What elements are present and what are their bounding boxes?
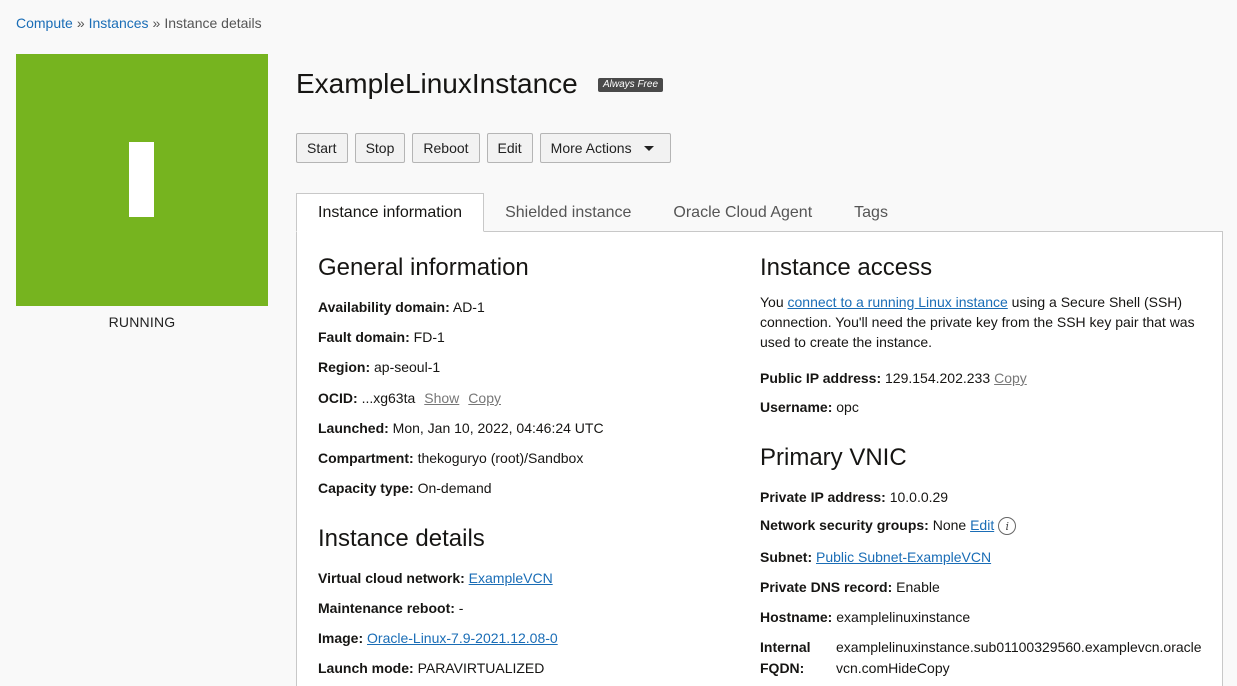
fqdn-value-line1: examplelinuxinstance.sub01100329560.exam…: [836, 639, 1202, 655]
launched-label: Launched:: [318, 420, 389, 436]
instance-access-heading: Instance access: [760, 254, 933, 281]
subnet-link[interactable]: Public Subnet-ExampleVCN: [816, 549, 991, 565]
private-ip-label: Private IP address:: [760, 489, 886, 505]
availability-domain-label: Availability domain:: [318, 299, 450, 315]
username-value: opc: [836, 399, 859, 415]
hostname-value: examplelinuxinstance: [836, 609, 971, 625]
region-label: Region:: [318, 359, 371, 375]
hostname-label: Hostname:: [760, 609, 833, 625]
reboot-button[interactable]: Reboot: [412, 133, 480, 163]
vcn-label: Virtual cloud network:: [318, 570, 465, 586]
region-row: Region: ap-seoul-1: [318, 359, 440, 375]
subnet-label: Subnet:: [760, 549, 813, 565]
maintenance-reboot-row: Maintenance reboot: -: [318, 600, 463, 616]
always-free-badge: Always Free: [598, 78, 664, 92]
tab-tags[interactable]: Tags: [833, 193, 909, 232]
username-label: Username:: [760, 399, 833, 415]
info-icon[interactable]: i: [998, 517, 1017, 536]
connect-instance-link[interactable]: connect to a running Linux instance: [788, 294, 1008, 310]
hostname-row: Hostname: examplelinuxinstance: [760, 609, 970, 625]
more-actions-label: More Actions: [550, 140, 632, 156]
nsg-edit-link[interactable]: Edit: [970, 517, 994, 533]
vcn-link[interactable]: ExampleVCN: [469, 570, 553, 586]
launch-mode-value: PARAVIRTUALIZED: [417, 660, 545, 676]
ocid-label: OCID:: [318, 390, 358, 406]
breadcrumb-current: Instance details: [164, 15, 262, 31]
maintenance-reboot-label: Maintenance reboot:: [318, 600, 455, 616]
instance-status-tile: [16, 54, 268, 306]
fqdn-label-line2: FQDN:: [760, 660, 805, 676]
breadcrumb: Compute» Instances» Instance details: [16, 15, 262, 31]
launch-mode-row: Launch mode: PARAVIRTUALIZED: [318, 660, 544, 676]
tab-shielded-instance[interactable]: Shielded instance: [484, 193, 652, 232]
capacity-type-row: Capacity type: On-demand: [318, 480, 492, 496]
access-text-pre: You: [760, 294, 788, 310]
public-ip-label: Public IP address:: [760, 370, 882, 386]
instance-details-heading: Instance details: [318, 525, 485, 552]
private-dns-row: Private DNS record: Enable: [760, 579, 940, 595]
nsg-value: None: [932, 517, 967, 533]
stop-button[interactable]: Stop: [354, 133, 406, 163]
capacity-type-value: On-demand: [417, 480, 492, 496]
more-actions-button[interactable]: More Actions: [539, 133, 671, 163]
public-ip-row: Public IP address: 129.154.202.233 Copy: [760, 370, 1027, 386]
capacity-type-label: Capacity type:: [318, 480, 414, 496]
chevron-down-icon: [643, 145, 654, 151]
instance-access-description: You connect to a running Linux instance …: [760, 292, 1200, 352]
instance-information-panel: General information Availability domain:…: [296, 231, 1223, 686]
ocid-copy-link[interactable]: Copy: [468, 390, 501, 406]
username-row: Username: opc: [760, 399, 859, 415]
availability-domain-row: Availability domain: AD-1: [318, 299, 485, 315]
general-information-heading: General information: [318, 254, 529, 281]
breadcrumb-separator: »: [76, 15, 85, 31]
fqdn-value-line2: vcn.com: [836, 660, 889, 676]
availability-domain-value: AD-1: [452, 299, 485, 315]
nsg-row: Network security groups: None Edit i: [760, 517, 1017, 536]
launched-row: Launched: Mon, Jan 10, 2022, 04:46:24 UT…: [318, 420, 604, 436]
image-row: Image: Oracle-Linux-7.9-2021.12.08-0: [318, 630, 558, 646]
tab-instance-information[interactable]: Instance information: [296, 193, 485, 232]
compartment-label: Compartment:: [318, 450, 414, 466]
fault-domain-row: Fault domain: FD-1: [318, 329, 445, 345]
private-dns-label: Private DNS record:: [760, 579, 893, 595]
tab-oracle-cloud-agent[interactable]: Oracle Cloud Agent: [652, 193, 833, 232]
maintenance-reboot-value: -: [458, 600, 464, 616]
private-dns-value: Enable: [896, 579, 940, 595]
image-link[interactable]: Oracle-Linux-7.9-2021.12.08-0: [367, 630, 558, 646]
private-ip-row: Private IP address: 10.0.0.29: [760, 489, 948, 505]
ocid-value: ...xg63ta: [361, 390, 416, 406]
start-button[interactable]: Start: [296, 133, 348, 163]
launched-value: Mon, Jan 10, 2022, 04:46:24 UTC: [392, 420, 604, 436]
tab-bar: Instance information Shielded instance O…: [296, 193, 909, 232]
ocid-row: OCID: ...xg63ta Show Copy: [318, 390, 501, 406]
breadcrumb-instances-link[interactable]: Instances: [89, 15, 149, 31]
fault-domain-value: FD-1: [413, 329, 445, 345]
public-ip-value: 129.154.202.233: [885, 370, 991, 386]
internal-fqdn-value: examplelinuxinstance.sub01100329560.exam…: [836, 637, 1206, 679]
fqdn-copy-link[interactable]: Copy: [917, 660, 950, 676]
fqdn-label-line1: Internal: [760, 639, 811, 655]
page-title: ExampleLinuxInstance: [296, 68, 578, 99]
region-value: ap-seoul-1: [374, 359, 441, 375]
launch-mode-label: Launch mode:: [318, 660, 414, 676]
instance-letter-icon: [129, 142, 154, 217]
primary-vnic-heading: Primary VNIC: [760, 444, 907, 471]
image-label: Image:: [318, 630, 364, 646]
instance-status-label: RUNNING: [108, 314, 176, 330]
fqdn-hide-link[interactable]: Hide: [888, 660, 917, 676]
compartment-value: thekoguryo (root)/Sandbox: [417, 450, 584, 466]
breadcrumb-separator: »: [152, 15, 161, 31]
fault-domain-label: Fault domain:: [318, 329, 410, 345]
compartment-row: Compartment: thekoguryo (root)/Sandbox: [318, 450, 583, 466]
ocid-show-link[interactable]: Show: [424, 390, 459, 406]
edit-button[interactable]: Edit: [486, 133, 533, 163]
action-toolbar: Start Stop Reboot Edit More Actions: [296, 133, 671, 163]
subnet-row: Subnet: Public Subnet-ExampleVCN: [760, 549, 991, 565]
vcn-row: Virtual cloud network: ExampleVCN: [318, 570, 553, 586]
internal-fqdn-label: Internal FQDN:: [760, 637, 811, 679]
nsg-label: Network security groups:: [760, 517, 929, 533]
public-ip-copy-link[interactable]: Copy: [994, 370, 1027, 386]
private-ip-value: 10.0.0.29: [889, 489, 949, 505]
breadcrumb-compute-link[interactable]: Compute: [16, 15, 73, 31]
